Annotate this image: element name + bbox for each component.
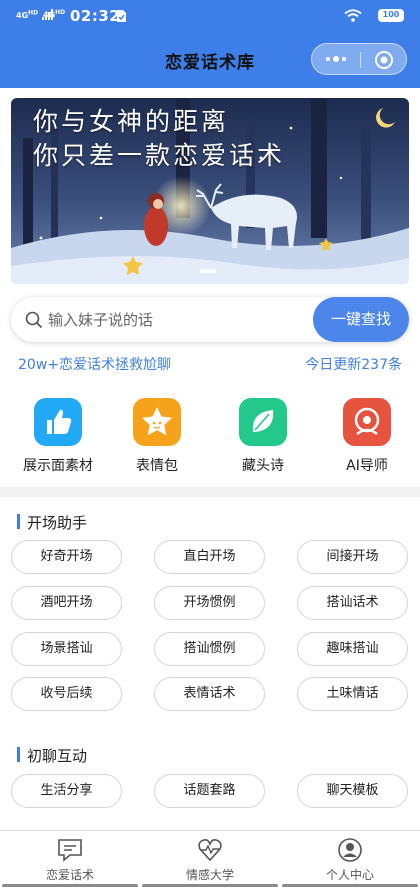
info-update-count: 今日更新237条 [305,357,402,373]
chip-pickup-lines[interactable]: 搭讪话术 [297,586,408,620]
chip-bar-opening[interactable]: 酒吧开场 [11,586,122,620]
chip-chat-template[interactable]: 聊天模板 [297,774,408,808]
chip-life-sharing[interactable]: 生活分享 [11,774,122,808]
thumbs-up-icon [34,398,82,446]
feature-label: 表情包 [136,458,178,474]
search-button[interactable]: 一键查找 [313,297,409,342]
tab-profile[interactable]: 个人中心 [280,831,420,887]
chip-emoji-lines[interactable]: 表情话术 [154,677,265,711]
feature-label: 展示面素材 [23,458,93,474]
search-bar: 一键查找 [11,297,409,342]
capsule-divider [360,52,361,68]
feature-label: AI导师 [346,458,388,474]
section-title-opening: 开场助手 [17,512,87,533]
top-bar: 4GHD 4GHD 02:32 100 恋爱话术库 [0,0,420,88]
chip-cheesy-lines[interactable]: 土味情话 [297,677,408,711]
banner-headline-2: 你只差一款恋爱话术 [33,141,286,170]
feature-label: 藏头诗 [242,458,284,474]
feature-stickers[interactable]: 表情包 [112,398,202,475]
section-title-first-chat: 初聊互动 [17,745,87,766]
chip-topic-routine[interactable]: 话题套路 [154,774,265,808]
tab-love-lines[interactable]: 恋爱话术 [0,831,140,887]
search-input[interactable] [48,297,308,342]
user-avatar-icon [338,838,362,862]
heart-pulse-icon [198,839,222,862]
tab-label: 情感大学 [185,868,234,882]
signal-label-1: 4G [16,11,29,20]
feature-ai-mentor[interactable]: AI导师 [322,398,412,475]
banner-headline-1: 你与女神的距离 [33,107,230,136]
status-bar: 4GHD 4GHD 02:32 100 [0,0,420,32]
tab-label: 恋爱话术 [45,868,94,882]
info-tagline: 20w+恋爱话术拯救尬聊 [18,357,171,373]
mini-program-capsule [311,43,407,75]
leaf-icon [239,398,287,446]
section-divider [0,487,420,497]
ai-mentor-icon [343,398,391,446]
search-icon [25,311,43,329]
chat-bubble-icon [58,839,82,862]
wifi-icon [344,9,362,22]
chip-opening-routine[interactable]: 开场惯例 [154,586,265,620]
sim-card-icon [117,10,126,22]
battery-indicator: 100 [378,9,404,22]
bottom-tab-bar: 恋爱话术 情感大学 个人中心 [0,830,420,887]
star-face-icon [133,398,181,446]
tab-label: 个人中心 [325,868,374,882]
tab-emotion-university[interactable]: 情感大学 [140,831,280,887]
chip-direct-opening[interactable]: 直白开场 [154,540,265,574]
chip-after-number[interactable]: 收号后续 [11,677,122,711]
hd-label-1: HD [28,9,39,17]
feature-showcase[interactable]: 展示面素材 [13,398,103,475]
status-time: 02:32 [70,7,121,25]
target-circle-icon[interactable] [374,50,394,70]
chip-fun-pickup[interactable]: 趣味搭讪 [297,632,408,666]
signal-label-2: 4G [43,10,56,20]
hd-label-2: HD [55,9,66,16]
app-root: 4GHD 4GHD 02:32 100 恋爱话术库 你与女神的距离 你只差一款恋… [0,0,420,887]
banner-pagination-dot [200,269,216,273]
feature-acrostic[interactable]: 藏头诗 [218,398,308,475]
chip-scene-pickup[interactable]: 场景搭讪 [11,632,122,666]
more-dots-icon[interactable] [324,53,348,65]
chip-curious-opening[interactable]: 好奇开场 [11,540,122,574]
hero-banner[interactable]: 你与女神的距离 你只差一款恋爱话术 [11,98,409,284]
chip-pickup-routine[interactable]: 搭讪惯例 [154,632,265,666]
signal-indicator-2: 4GHD [43,9,65,20]
chip-indirect-opening[interactable]: 间接开场 [297,540,408,574]
